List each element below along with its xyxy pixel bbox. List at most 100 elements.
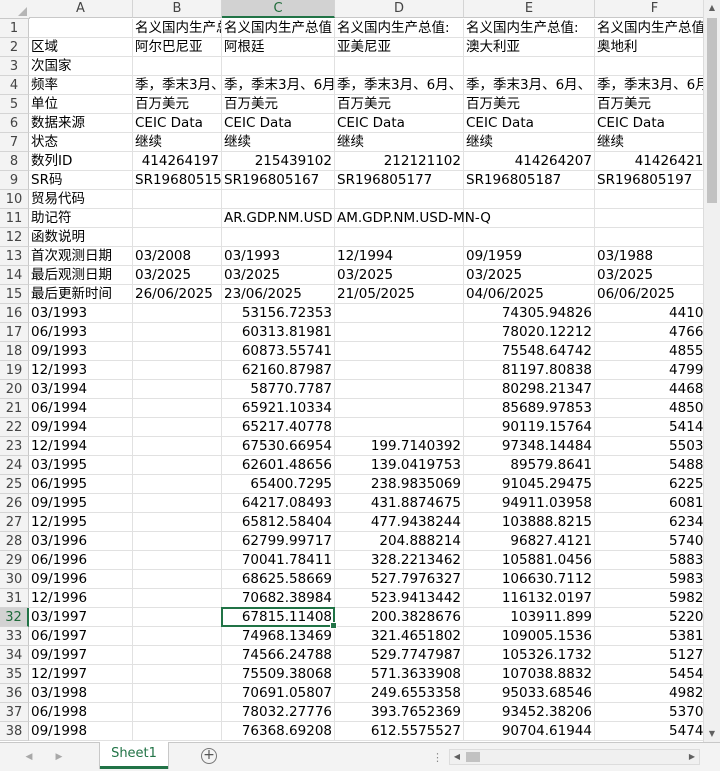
cell-c6[interactable]: CEIC Data [222,114,335,133]
cell-e15[interactable]: 04/06/2025 [464,285,595,304]
cell-a30[interactable]: 09/1996 [29,570,133,589]
cell-c28[interactable]: 62799.99717 [222,532,335,551]
cell-c30[interactable]: 68625.58669 [222,570,335,589]
cell-a4[interactable]: 频率 [29,76,133,95]
cell-e18[interactable]: 75548.64742 [464,342,595,361]
row-header[interactable]: 21 [0,399,29,418]
cell-f35[interactable]: 54545 [595,665,703,684]
cell-b23[interactable] [133,437,222,456]
cell-d38[interactable]: 612.5575527 [335,722,464,741]
cell-b15[interactable]: 26/06/2025 [133,285,222,304]
row-header[interactable]: 5 [0,95,29,114]
cell-e13[interactable]: 09/1959 [464,247,595,266]
cell-f38[interactable]: 54745 [595,722,703,741]
add-sheet-icon[interactable]: + [201,748,217,764]
cell-f9[interactable]: SR196805197 [595,171,703,190]
cell-a38[interactable]: 09/1998 [29,722,133,741]
cell-d20[interactable] [335,380,464,399]
cell-d19[interactable] [335,361,464,380]
cell-a24[interactable]: 03/1995 [29,456,133,475]
cell-c31[interactable]: 70682.38984 [222,589,335,608]
cell-c5[interactable]: 百万美元 [222,95,335,114]
row-header[interactable]: 15 [0,285,29,304]
cell-a22[interactable]: 09/1994 [29,418,133,437]
cell-f36[interactable]: 49825 [595,684,703,703]
row-header[interactable]: 32 [0,608,29,627]
cell-d3[interactable] [335,57,464,76]
cell-c11[interactable]: AR.GDP.NM.USD [222,209,335,228]
cell-f29[interactable]: 58837 [595,551,703,570]
cell-f28[interactable]: 57405 [595,532,703,551]
cell-d2[interactable]: 亚美尼亚 [335,38,464,57]
cell-d29[interactable]: 328.2213462 [335,551,464,570]
row-header[interactable]: 31 [0,589,29,608]
cell-f6[interactable]: CEIC Data [595,114,703,133]
spreadsheet-grid[interactable]: ABCDEF 1名义国内生产总值名义国内生产总值名义国内生产总值:名义国内生产总… [0,0,703,742]
cell-b31[interactable] [133,589,222,608]
cell-e10[interactable] [464,190,595,209]
row-header[interactable]: 2 [0,38,29,57]
cell-a32[interactable]: 03/1997 [29,608,133,627]
cell-f34[interactable]: 51275 [595,646,703,665]
cell-d33[interactable]: 321.4651802 [335,627,464,646]
cell-a27[interactable]: 12/1995 [29,513,133,532]
cell-e33[interactable]: 109005.1536 [464,627,595,646]
cell-e21[interactable]: 85689.97853 [464,399,595,418]
cell-b33[interactable] [133,627,222,646]
row-header[interactable]: 38 [0,722,29,741]
cell-b11[interactable] [133,209,222,228]
column-header-c[interactable]: C [222,0,335,18]
row-header[interactable]: 9 [0,171,29,190]
row-header[interactable]: 22 [0,418,29,437]
cell-c25[interactable]: 65400.7295 [222,475,335,494]
column-header-a[interactable]: A [29,0,133,18]
cell-b28[interactable] [133,532,222,551]
cell-f27[interactable]: 62345 [595,513,703,532]
cell-e23[interactable]: 97348.14484 [464,437,595,456]
cell-f25[interactable]: 62250 [595,475,703,494]
cell-f11[interactable] [595,209,703,228]
cell-a20[interactable]: 03/1994 [29,380,133,399]
cell-c23[interactable]: 67530.66954 [222,437,335,456]
cell-f16[interactable]: 44103 [595,304,703,323]
cell-d1[interactable]: 名义国内生产总值: [335,19,464,38]
cell-e22[interactable]: 90119.15764 [464,418,595,437]
cell-a33[interactable]: 06/1997 [29,627,133,646]
cell-d7[interactable]: 继续 [335,133,464,152]
row-header[interactable]: 33 [0,627,29,646]
scroll-left-icon[interactable]: ◀ [450,750,464,764]
scroll-down-icon[interactable]: ▼ [704,726,720,742]
cell-a5[interactable]: 单位 [29,95,133,114]
row-header[interactable]: 10 [0,190,29,209]
cell-c22[interactable]: 65217.40778 [222,418,335,437]
row-header[interactable]: 25 [0,475,29,494]
cell-a15[interactable]: 最后更新时间 [29,285,133,304]
cell-e36[interactable]: 95033.68546 [464,684,595,703]
cell-c1[interactable]: 名义国内生产总值 [222,19,335,38]
cell-c4[interactable]: 季，季末3月、6月 [222,76,335,95]
cell-c24[interactable]: 62601.48656 [222,456,335,475]
cell-d12[interactable] [335,228,464,247]
row-header[interactable]: 36 [0,684,29,703]
cell-b16[interactable] [133,304,222,323]
cell-c38[interactable]: 76368.69208 [222,722,335,741]
cell-d30[interactable]: 527.7976327 [335,570,464,589]
cell-e9[interactable]: SR196805187 [464,171,595,190]
cell-d17[interactable] [335,323,464,342]
cell-e20[interactable]: 80298.21347 [464,380,595,399]
cell-b2[interactable]: 阿尔巴尼亚 [133,38,222,57]
row-header[interactable]: 27 [0,513,29,532]
cell-a6[interactable]: 数据来源 [29,114,133,133]
cell-c37[interactable]: 78032.27776 [222,703,335,722]
row-header[interactable]: 23 [0,437,29,456]
cell-a25[interactable]: 06/1995 [29,475,133,494]
cell-b22[interactable] [133,418,222,437]
cell-f3[interactable] [595,57,703,76]
cell-d36[interactable]: 249.6553358 [335,684,464,703]
cell-e34[interactable]: 105326.1732 [464,646,595,665]
cell-e17[interactable]: 78020.12212 [464,323,595,342]
cell-c33[interactable]: 74968.13469 [222,627,335,646]
cell-a17[interactable]: 06/1993 [29,323,133,342]
cell-a12[interactable]: 函数说明 [29,228,133,247]
cell-c26[interactable]: 64217.08493 [222,494,335,513]
